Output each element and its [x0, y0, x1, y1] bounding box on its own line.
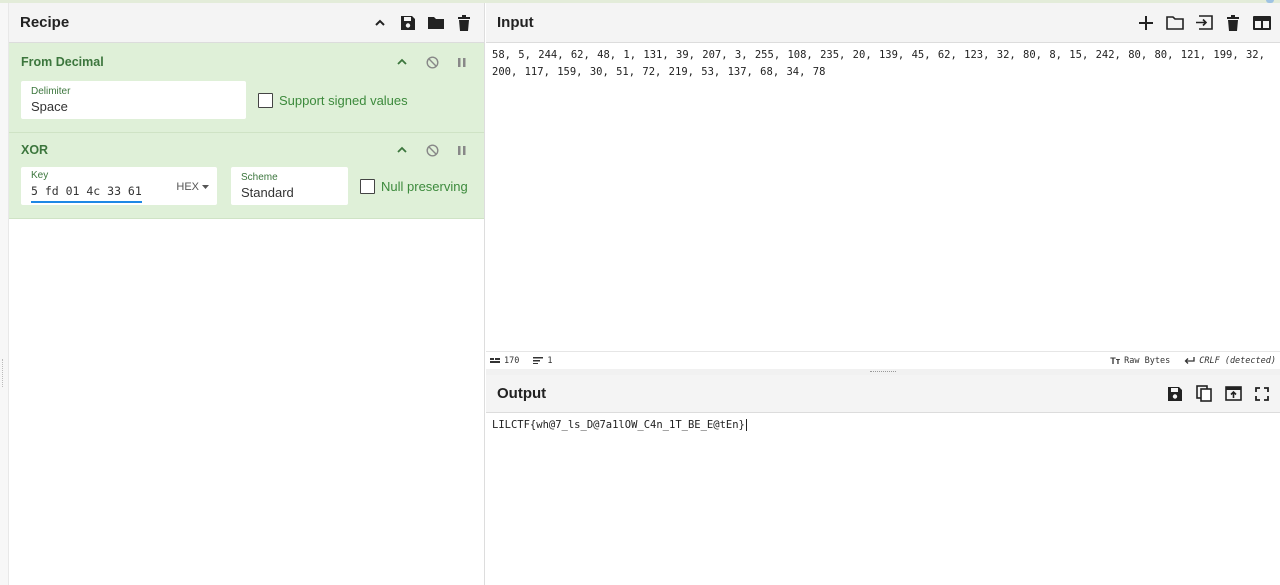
return-arrow-icon [1184, 356, 1195, 364]
add-tab-plus-icon[interactable] [1136, 13, 1156, 33]
recipe-title: Recipe [20, 14, 70, 31]
open-file-folder-icon[interactable] [1165, 13, 1185, 33]
delimiter-value: Space [31, 99, 68, 114]
input-pane: Input 58, 5, 244, 62, 48, 1, 131, 39, 20… [486, 3, 1280, 369]
key-input-wrap: Key 5 fd 01 4c 33 61 [31, 170, 142, 203]
resize-grip[interactable] [2, 359, 6, 387]
null-preserving-checkbox[interactable]: Null preserving [360, 178, 468, 194]
key-input[interactable]: 5 fd 01 4c 33 61 [31, 184, 142, 203]
key-format-value: HEX [176, 180, 199, 193]
length-icon [490, 357, 500, 363]
disable-operation-icon[interactable] [422, 52, 442, 72]
operation-xor[interactable]: XOR Key 5 fd 01 4c 33 61 HEX Scheme Stan… [9, 133, 484, 219]
checkbox-label: Support signed values [279, 92, 408, 108]
key-label: Key [31, 170, 49, 181]
operation-title: XOR [21, 143, 49, 157]
key-format-dropdown[interactable]: HEX [176, 181, 209, 193]
maximise-output-icon[interactable] [1252, 384, 1272, 404]
lines-icon [533, 357, 544, 364]
collapse-operation-icon[interactable] [392, 140, 412, 160]
lines-value: 1 [547, 355, 553, 366]
scheme-value: Standard [241, 185, 294, 200]
output-title: Output [497, 385, 547, 402]
collapse-all-icon[interactable] [370, 13, 390, 33]
load-recipe-folder-icon[interactable] [426, 13, 446, 33]
caret-down-icon [202, 184, 209, 189]
replace-input-with-output-icon[interactable] [1223, 384, 1243, 404]
delimiter-label: Delimiter [31, 86, 71, 97]
output-header-icons [1165, 384, 1272, 404]
lines-stat: 1 [533, 356, 552, 366]
clear-recipe-trash-icon[interactable] [454, 13, 474, 33]
checkbox-box[interactable] [360, 178, 375, 194]
operation-controls [392, 140, 472, 160]
recipe-header: Recipe [9, 3, 484, 43]
clear-input-trash-icon[interactable] [1223, 13, 1243, 33]
output-value: LILCTF{wh@7_ls_D@7a1lOW_C4n_1T_BE_E@tEn} [492, 419, 745, 431]
operation-header: From Decimal [9, 43, 484, 81]
copy-output-icon[interactable] [1194, 384, 1214, 404]
save-recipe-icon[interactable] [398, 13, 418, 33]
length-value: 170 [504, 355, 520, 366]
length-stat: 170 [490, 356, 519, 366]
status-left: 170 1 [490, 356, 552, 366]
operation-args: Key 5 fd 01 4c 33 61 HEX Scheme Standard… [9, 167, 484, 218]
delimiter-select[interactable]: Delimiter Space [21, 81, 246, 119]
operation-title: From Decimal [21, 55, 104, 69]
key-field[interactable]: Key 5 fd 01 4c 33 61 HEX [21, 167, 217, 205]
operation-controls [392, 52, 472, 72]
collapse-operation-icon[interactable] [392, 52, 412, 72]
operation-args: Delimiter Space Support signed values [9, 81, 484, 132]
input-header: Input [486, 3, 1280, 43]
pause-breakpoint-icon[interactable] [452, 140, 472, 160]
status-right: Tт Raw Bytes CRLF (detected) [1110, 356, 1276, 366]
input-status-bar: 170 1 Tт Raw Bytes CRLF (detected) [486, 351, 1280, 369]
checkbox-box[interactable] [258, 92, 273, 108]
recipe-pane: Recipe From Decimal Delimiter Space Supp… [9, 3, 485, 585]
eol-selector[interactable]: CRLF (detected) [1184, 356, 1276, 366]
support-signed-values-checkbox[interactable]: Support signed values [258, 92, 408, 108]
disable-operation-icon[interactable] [422, 140, 442, 160]
pause-breakpoint-icon[interactable] [452, 52, 472, 72]
input-title: Input [497, 14, 534, 31]
output-header: Output [486, 375, 1280, 413]
scheme-select[interactable]: Scheme Standard [231, 167, 348, 205]
recipe-header-icons [370, 13, 474, 33]
eol-value: CRLF (detected) [1199, 355, 1276, 366]
splitter-grip[interactable] [870, 371, 896, 373]
output-textarea[interactable]: LILCTF{wh@7_ls_D@7a1lOW_C4n_1T_BE_E@tEn} [486, 413, 1280, 437]
save-output-icon[interactable] [1165, 384, 1185, 404]
encoding-selector[interactable]: Tт Raw Bytes [1110, 356, 1170, 366]
encoding-value: Raw Bytes [1124, 355, 1171, 366]
input-header-icons [1136, 13, 1272, 33]
checkbox-label: Null preserving [381, 178, 468, 194]
reset-layout-icon[interactable] [1252, 13, 1272, 33]
text-cursor [745, 419, 747, 431]
operation-from-decimal[interactable]: From Decimal Delimiter Space Support sig… [9, 43, 484, 133]
output-pane: Output LILCTF{wh@7_ls_D@7a1lOW_C4n_1T_BE… [486, 375, 1280, 585]
scheme-label: Scheme [241, 172, 278, 183]
text-format-icon: Tт [1110, 355, 1121, 366]
operations-pane-edge[interactable] [0, 3, 9, 585]
open-file-import-icon[interactable] [1194, 13, 1214, 33]
input-textarea[interactable]: 58, 5, 244, 62, 48, 1, 131, 39, 207, 3, … [486, 43, 1280, 85]
operation-header: XOR [9, 133, 484, 167]
